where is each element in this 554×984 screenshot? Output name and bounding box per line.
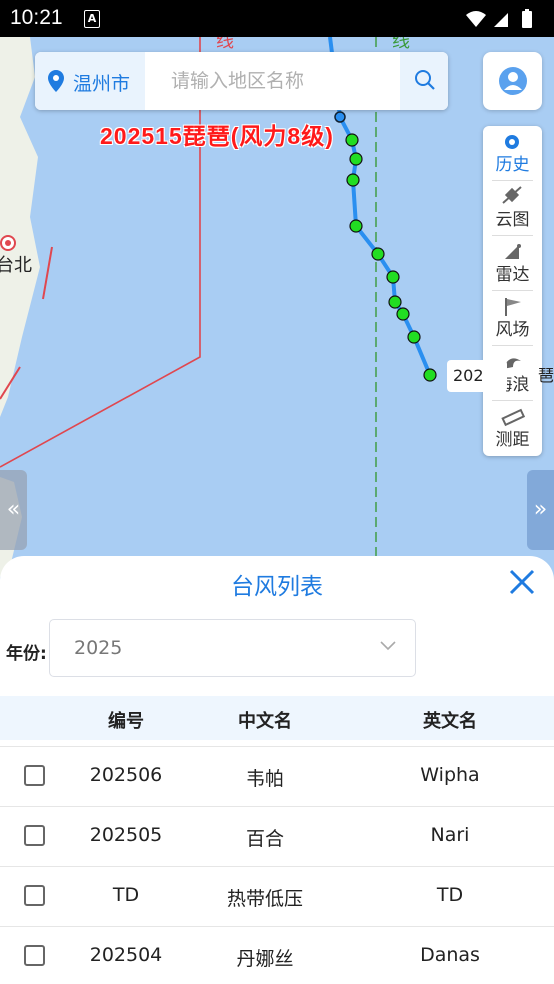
track-point: [423, 368, 437, 382]
row-checkbox[interactable]: [24, 825, 45, 846]
cell-id: TD: [112, 884, 140, 906]
map-tool-panel: 历史 云图 雷达 风场 海浪 测距: [483, 126, 542, 456]
warning-line-label-48h: 线: [392, 37, 410, 52]
cell-id: 202506: [89, 764, 163, 786]
column-header-en: 英文名: [423, 711, 477, 732]
year-select[interactable]: 2025: [49, 619, 416, 677]
warning-line-label-24h: 线: [216, 37, 234, 52]
search-icon: [415, 70, 435, 90]
row-checkbox[interactable]: [24, 945, 45, 966]
tool-label: 风场: [495, 320, 530, 340]
tool-label: 雷达: [495, 265, 530, 285]
tool-cloud-image[interactable]: 云图: [483, 181, 542, 236]
typhoon-title: 202515琵琶(风力8级): [100, 123, 334, 149]
search-bar: 温州市: [35, 52, 448, 110]
user-avatar-icon: [499, 67, 527, 95]
table-row[interactable]: 202505 百合 Nari: [0, 806, 554, 866]
wifi-icon: [466, 11, 486, 27]
cell-cn-name: 热带低压: [226, 888, 303, 910]
cell-en-name: Nari: [430, 824, 470, 846]
year-label: 年份:: [6, 644, 47, 664]
chevron-down-icon: [380, 641, 396, 651]
track-point: [349, 152, 363, 166]
year-value: 2025: [74, 637, 123, 659]
typhoon-list-panel: 台风列表 年份: 2025 编号 中文名 英文名 202506 韦帕 Wipha…: [0, 556, 554, 984]
cell-id: 202505: [89, 824, 163, 846]
table-header: 编号 中文名 英文名: [0, 696, 554, 740]
status-time: 10:21: [10, 6, 63, 29]
battery-icon: [522, 11, 532, 28]
search-button[interactable]: [400, 52, 448, 110]
track-point: [346, 173, 360, 187]
collapse-left-button[interactable]: «: [0, 470, 27, 550]
tool-label: 测距: [495, 430, 530, 450]
signal-icon: [494, 13, 508, 27]
row-checkbox[interactable]: [24, 765, 45, 786]
tool-radar[interactable]: 雷达: [483, 236, 542, 291]
tool-measure-distance[interactable]: 测距: [483, 401, 542, 456]
track-point: [371, 247, 385, 261]
track-point: [388, 295, 402, 309]
column-header-cn: 中文名: [238, 711, 292, 732]
land-area: [0, 37, 40, 417]
column-header-id: 编号: [108, 711, 144, 732]
cell-cn-name: 韦帕: [245, 768, 284, 790]
user-profile-button[interactable]: [483, 52, 542, 110]
track-point: [345, 133, 359, 147]
typhoon-track-label[interactable]: 202: [447, 360, 507, 392]
track-point: [349, 219, 363, 233]
track-point: [396, 307, 410, 321]
cell-cn-name: 百合: [245, 828, 284, 850]
track-point: [386, 270, 400, 284]
notification-icon: A: [84, 10, 100, 28]
collapse-right-button[interactable]: »: [527, 470, 554, 550]
typhoon-track-label-tail: 琶: [538, 366, 554, 385]
panel-title: 台风列表: [231, 574, 323, 600]
tool-wind-field[interactable]: 风场: [483, 291, 542, 346]
location-pin-icon: [48, 70, 64, 92]
track-point: [407, 330, 421, 344]
tool-history[interactable]: 历史: [483, 126, 542, 181]
cell-en-name: TD: [436, 884, 464, 906]
status-icons: [464, 9, 544, 33]
place-label-taipei: 台北: [0, 255, 32, 276]
tool-label: 历史: [495, 155, 530, 175]
tool-label: 云图: [495, 210, 530, 230]
table-row[interactable]: 202504 丹娜丝 Danas: [0, 926, 554, 984]
table-row[interactable]: TD 热带低压 TD: [0, 866, 554, 926]
city-selector[interactable]: 温州市: [35, 52, 145, 110]
cell-en-name: Wipha: [420, 764, 480, 786]
row-checkbox[interactable]: [24, 885, 45, 906]
city-name: 温州市: [73, 73, 131, 95]
cell-id: 202504: [89, 944, 163, 966]
status-bar: 10:21 A: [0, 0, 554, 37]
cell-en-name: Danas: [420, 944, 480, 966]
table-row[interactable]: 202506 韦帕 Wipha: [0, 746, 554, 806]
cell-cn-name: 丹娜丝: [236, 948, 294, 970]
typhoon-table: 202506 韦帕 Wipha 202505 百合 Nari TD 热带低压 T…: [0, 746, 554, 984]
search-input[interactable]: [145, 52, 400, 110]
close-icon[interactable]: [506, 566, 538, 598]
